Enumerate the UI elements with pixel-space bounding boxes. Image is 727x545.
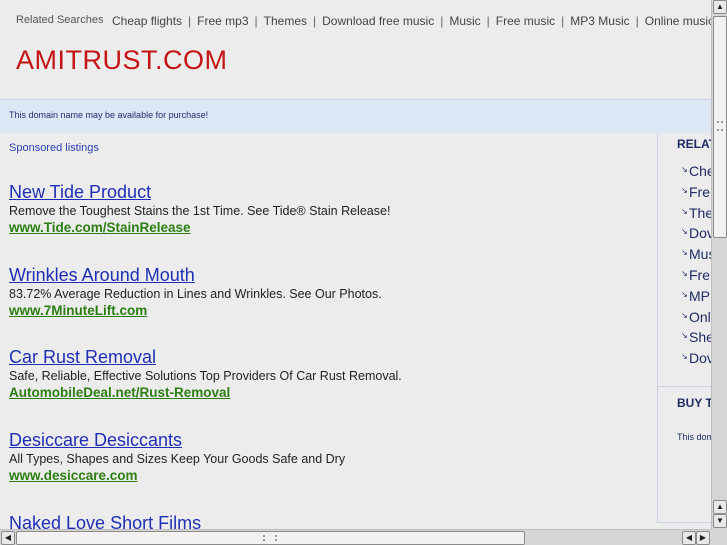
sidebar-item-label[interactable]: Onl [689, 309, 711, 325]
sponsored-listing: Car Rust Removal Safe, Reliable, Effecti… [9, 347, 649, 401]
listing-url-link[interactable]: www.desiccare.com [9, 467, 649, 484]
arrow-icon: ↘ [681, 331, 688, 341]
sidebar-item[interactable]: ↘Dov [680, 350, 711, 371]
related-link-download-free-music[interactable]: Download free music [322, 14, 434, 28]
sidebar-divider [658, 386, 711, 387]
sidebar-item[interactable]: ↘ MP [680, 288, 711, 309]
availability-banner: This domain name may be available for pu… [0, 99, 711, 133]
link-separator: | [440, 14, 444, 28]
horizontal-scroll-thumb[interactable] [16, 531, 525, 545]
scrollbar-corner [711, 529, 727, 545]
sidebar-item[interactable]: ↘Dov [680, 225, 711, 246]
related-link-music[interactable]: Music [449, 14, 480, 28]
listing-title-link[interactable]: Wrinkles Around Mouth [9, 265, 649, 285]
scroll-left-icon[interactable]: ◀ [1, 531, 15, 545]
availability-text[interactable]: This domain name may be available for pu… [9, 110, 208, 120]
sponsored-listing: Desiccare Desiccants All Types, Shapes a… [9, 430, 649, 484]
arrow-icon: ↘ [681, 185, 688, 195]
sidebar-item[interactable]: ↘She [680, 329, 711, 350]
related-link-free-mp3[interactable]: Free mp3 [197, 14, 248, 28]
scroll-up-icon[interactable]: ▲ [713, 500, 727, 514]
listing-title-link[interactable]: Car Rust Removal [9, 347, 649, 367]
related-searches-bar: Related Searches Cheap flights | Free mp3 |… [0, 0, 711, 42]
arrow-icon: ↘ [681, 165, 688, 174]
scroll-down-icon[interactable]: ▼ [713, 514, 727, 528]
vertical-scrollbar[interactable]: ▲ ▲ ▼ [711, 0, 727, 529]
sidebar-item-label[interactable]: She [689, 329, 711, 345]
related-link-cheap-flights[interactable]: Cheap flights [112, 14, 182, 28]
related-link-online-music[interactable]: Online music [645, 14, 711, 28]
related-searches-links: Cheap flights | Free mp3 | Themes | Download f… [112, 14, 711, 28]
arrow-icon: ↘ [681, 206, 688, 216]
sidebar-buy-text: This dom [677, 432, 711, 442]
sponsored-listing: Naked Love Short Films [9, 513, 649, 529]
link-separator: | [188, 14, 192, 28]
sidebar-item-label[interactable]: MP [689, 288, 710, 304]
sidebar-related-list: ↘Che ↘Fre ↘The ↘Dov ↘Mus ↘Fre ↘MP ↘Onl ↘… [680, 163, 711, 371]
listing-url-link[interactable]: AutomobileDeal.net/Rust-Removal [9, 384, 649, 401]
link-separator: | [635, 14, 639, 28]
sponsored-listing: Wrinkles Around Mouth 83.72% Average Red… [9, 265, 649, 319]
listing-url-link[interactable]: www.Tide.com/StainRelease [9, 219, 649, 236]
sponsored-listings-label: Sponsored listings [9, 142, 99, 154]
domain-title: AMITRUST.COM [16, 45, 228, 75]
listing-title-link[interactable]: New Tide Product [9, 182, 649, 202]
listing-description: Remove the Toughest Stains the 1st Time.… [9, 204, 391, 218]
grip-icon [263, 535, 277, 541]
sidebar-item-label[interactable]: The [689, 205, 711, 221]
sidebar-related-heading: RELAT [677, 137, 711, 151]
sidebar-item-label[interactable]: Fre [689, 267, 710, 283]
grip-icon [717, 121, 723, 131]
related-link-themes[interactable]: Themes [264, 14, 307, 28]
related-searches-label: Related Searches [16, 14, 104, 26]
listing-title-link[interactable]: Naked Love Short Films [9, 513, 649, 529]
sidebar-item[interactable]: ↘ Onl [680, 309, 711, 330]
listing-description: 83.72% Average Reduction in Lines and Wr… [9, 287, 382, 301]
link-separator: | [254, 14, 258, 28]
related-sidebar: RELAT ↘Che ↘Fre ↘The ↘Dov ↘Mus ↘Fre ↘MP … [657, 133, 711, 523]
scroll-up-icon[interactable]: ▲ [713, 0, 727, 14]
related-link-free-music[interactable]: Free music [496, 14, 555, 28]
sidebar-item-label[interactable]: Dov [689, 350, 711, 366]
vertical-scroll-thumb[interactable] [713, 16, 727, 238]
arrow-icon: ↘ [681, 352, 688, 362]
link-separator: | [561, 14, 565, 28]
sidebar-item[interactable]: ↘Mus [680, 246, 711, 267]
sidebar-item-label[interactable]: Dov [689, 225, 711, 241]
related-link-mp3-music[interactable]: MP3 Music [570, 14, 629, 28]
arrow-icon: ↘ [681, 227, 688, 237]
sidebar-item-label[interactable]: Mus [689, 246, 711, 262]
sidebar-item[interactable]: ↘ Fre [680, 184, 711, 205]
arrow-icon: ↘ [681, 310, 688, 320]
link-separator: | [486, 14, 490, 28]
listing-title-link[interactable]: Desiccare Desiccants [9, 430, 649, 450]
arrow-icon: ↘ [681, 268, 688, 278]
sidebar-item[interactable]: ↘ The [680, 205, 711, 226]
sidebar-item-label[interactable]: Che [689, 163, 711, 179]
page-viewport: Related Searches Cheap flights | Free mp3 |… [0, 0, 711, 529]
arrow-icon: ↘ [681, 248, 688, 258]
sponsored-listing: New Tide Product Remove the Toughest Sta… [9, 182, 649, 236]
listing-description: All Types, Shapes and Sizes Keep Your Go… [9, 452, 346, 466]
sidebar-buy-heading: BUY T [677, 396, 711, 410]
horizontal-scrollbar[interactable]: ◀ ◀ ▶ [0, 529, 711, 545]
sidebar-item-label[interactable]: Fre [689, 184, 710, 200]
scroll-left-icon[interactable]: ◀ [682, 531, 696, 545]
sidebar-item[interactable]: ↘ Fre [680, 267, 711, 288]
link-separator: | [313, 14, 317, 28]
scroll-right-icon[interactable]: ▶ [696, 531, 710, 545]
listing-description: Safe, Reliable, Effective Solutions Top … [9, 369, 402, 383]
listing-url-link[interactable]: www.7MinuteLift.com [9, 302, 649, 319]
sidebar-item[interactable]: ↘Che [680, 163, 711, 184]
arrow-icon: ↘ [681, 289, 688, 299]
